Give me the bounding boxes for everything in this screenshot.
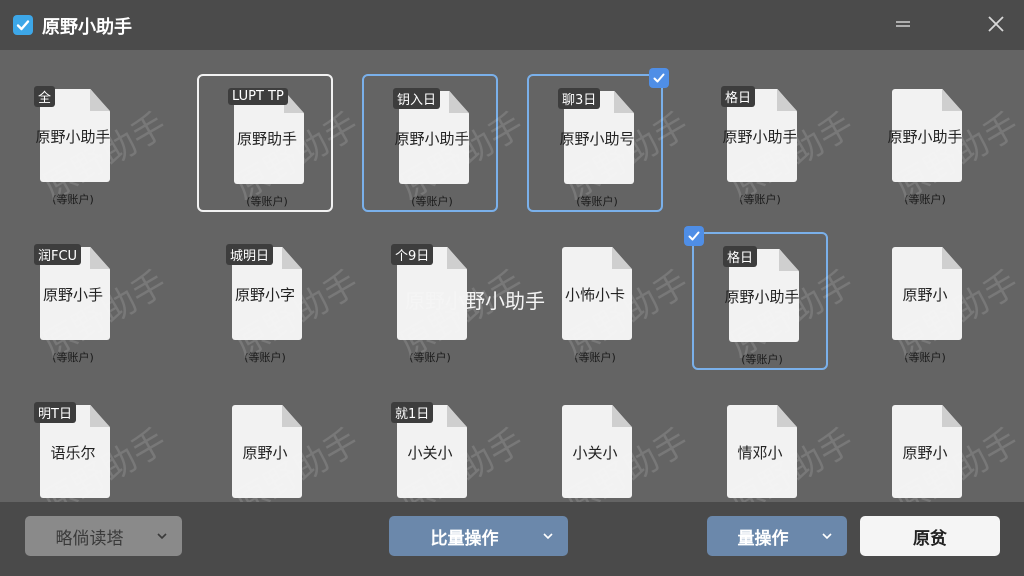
- file-tile[interactable]: 个9日 (等账户): [362, 232, 498, 370]
- file-name: 原野小助手: [724, 288, 800, 306]
- file-owner: (等账户): [739, 193, 781, 206]
- file-owner: (等账户): [244, 351, 286, 364]
- file-tile[interactable]: 原野小: [857, 390, 993, 502]
- file-name: 原野小助手: [394, 130, 470, 148]
- date-badge: 城明日: [226, 244, 274, 265]
- file-owner: (等账户): [576, 195, 618, 208]
- date-badge: 全: [34, 86, 56, 107]
- file-tile[interactable]: 小关小: [527, 390, 663, 502]
- file-name: 原野小手: [42, 286, 103, 304]
- file-owner: (等账户): [411, 195, 453, 208]
- page-fold-icon: [779, 249, 799, 271]
- file-name: 原野小字: [234, 286, 295, 304]
- file-tile[interactable]: 就1日小关小: [362, 390, 498, 502]
- file-name: 小关小: [407, 444, 453, 462]
- file-tile[interactable]: 明T日语乐尔: [5, 390, 141, 502]
- date-badge: 就1日: [391, 402, 434, 423]
- checkbox-icon: [13, 15, 33, 35]
- date-badge: 格日: [723, 246, 758, 267]
- close-button[interactable]: [985, 13, 1007, 35]
- page-fold-icon: [90, 247, 110, 269]
- selected-check-icon[interactable]: [684, 226, 704, 246]
- file-name: 原野小助手: [887, 128, 963, 146]
- file-tile[interactable]: 小怖小卡 (等账户): [527, 232, 663, 370]
- app-title: 原野小助手: [42, 17, 132, 38]
- file-name: 原野小助手: [722, 128, 798, 146]
- minimize-button[interactable]: [892, 13, 914, 35]
- file-owner: (等账户): [574, 351, 616, 364]
- date-badge: 钥入日: [393, 88, 441, 109]
- file-name: 原野助手: [236, 130, 297, 148]
- file-owner: (等账户): [409, 351, 451, 364]
- file-tile[interactable]: 聊3日原野小助号 (等账户): [527, 68, 669, 212]
- page-fold-icon: [942, 89, 962, 111]
- file-owner: (等账户): [52, 351, 94, 364]
- batch-label: 比量操作: [430, 528, 499, 549]
- close-icon: [988, 16, 1004, 32]
- file-owner: (等账户): [904, 351, 946, 364]
- restore-label: 原贫: [913, 528, 947, 549]
- date-badge: LUPT TP: [228, 88, 288, 105]
- chevron-down-icon: [822, 533, 832, 540]
- file-owner: (等账户): [741, 353, 783, 366]
- title-bar: 原野小助手: [0, 0, 1024, 50]
- bulk-label: 量操作: [737, 528, 789, 549]
- date-badge: 格日: [721, 86, 756, 107]
- file-name: 情邓小: [737, 444, 783, 462]
- page-fold-icon: [447, 247, 467, 269]
- page-fold-icon: [282, 247, 302, 269]
- file-owner: (等账户): [246, 195, 288, 208]
- file-tile[interactable]: 格日原野小助手 (等账户): [684, 226, 828, 370]
- page-fold-icon: [942, 247, 962, 269]
- bottom-toolbar: 略倘读塔 比量操作 量操作 原贫: [0, 502, 1024, 576]
- file-name: 原野小: [902, 286, 948, 304]
- file-name: 语乐尔: [50, 444, 96, 462]
- selected-check-icon[interactable]: [649, 68, 669, 88]
- file-tile[interactable]: 原野小: [197, 390, 333, 502]
- file-tile[interactable]: 原野小助手 (等账户): [857, 74, 993, 212]
- page-fold-icon: [614, 91, 634, 113]
- file-owner: (等账户): [52, 193, 94, 206]
- file-tile[interactable]: 钥入日原野小助手 (等账户): [362, 74, 498, 212]
- file-name: 原野小: [242, 444, 288, 462]
- page-fold-icon: [777, 89, 797, 111]
- file-tile[interactable]: 原野小 (等账户): [857, 232, 993, 370]
- date-badge: 润FCU: [34, 244, 82, 265]
- file-owner: (等账户): [904, 193, 946, 206]
- file-tile[interactable]: 全原野小助手 (等账户): [5, 74, 141, 212]
- minimize-icon: [896, 21, 910, 27]
- sort-dropdown-button[interactable]: 略倘读塔: [25, 516, 182, 556]
- file-tile[interactable]: 城明日原野小字 (等账户): [197, 232, 333, 370]
- chevron-down-icon: [543, 533, 553, 540]
- file-grid: 全原野小助手(等账户)原野助手LUPT TP原野助手(等账户)原野助手钥入日原野…: [0, 50, 1024, 502]
- file-name: 原野小: [902, 444, 948, 462]
- file-name: 原野小助手: [35, 128, 111, 146]
- page-fold-icon: [90, 89, 110, 111]
- page-fold-icon: [612, 247, 632, 269]
- file-tile[interactable]: 情邓小: [692, 390, 828, 502]
- file-name: 小怖小卡: [564, 286, 625, 304]
- file-tile[interactable]: 润FCU 原野小手 (等账户): [5, 232, 141, 370]
- date-badge: 聊3日: [558, 88, 601, 109]
- file-tile[interactable]: LUPT TP 原野助手 (等账户): [197, 74, 333, 212]
- chevron-down-icon: [157, 533, 167, 540]
- restore-button[interactable]: 原贫: [860, 516, 1000, 556]
- page-fold-icon: [449, 91, 469, 113]
- file-name: 小关小: [572, 444, 618, 462]
- file-name: 原野小助号: [559, 130, 635, 148]
- bulk-operation-button[interactable]: 量操作: [707, 516, 847, 556]
- batch-operation-button[interactable]: 比量操作: [389, 516, 568, 556]
- date-badge: 个9日: [391, 244, 434, 265]
- sort-label: 略倘读塔: [55, 528, 124, 549]
- file-tile[interactable]: 格日原野小助手 (等账户): [692, 74, 828, 212]
- app-window: 原野小助手 全原野小助手(等账户)原野助手LUPT TP原野助手(等账户)原野助…: [0, 0, 1024, 576]
- date-badge: 明T日: [34, 402, 76, 423]
